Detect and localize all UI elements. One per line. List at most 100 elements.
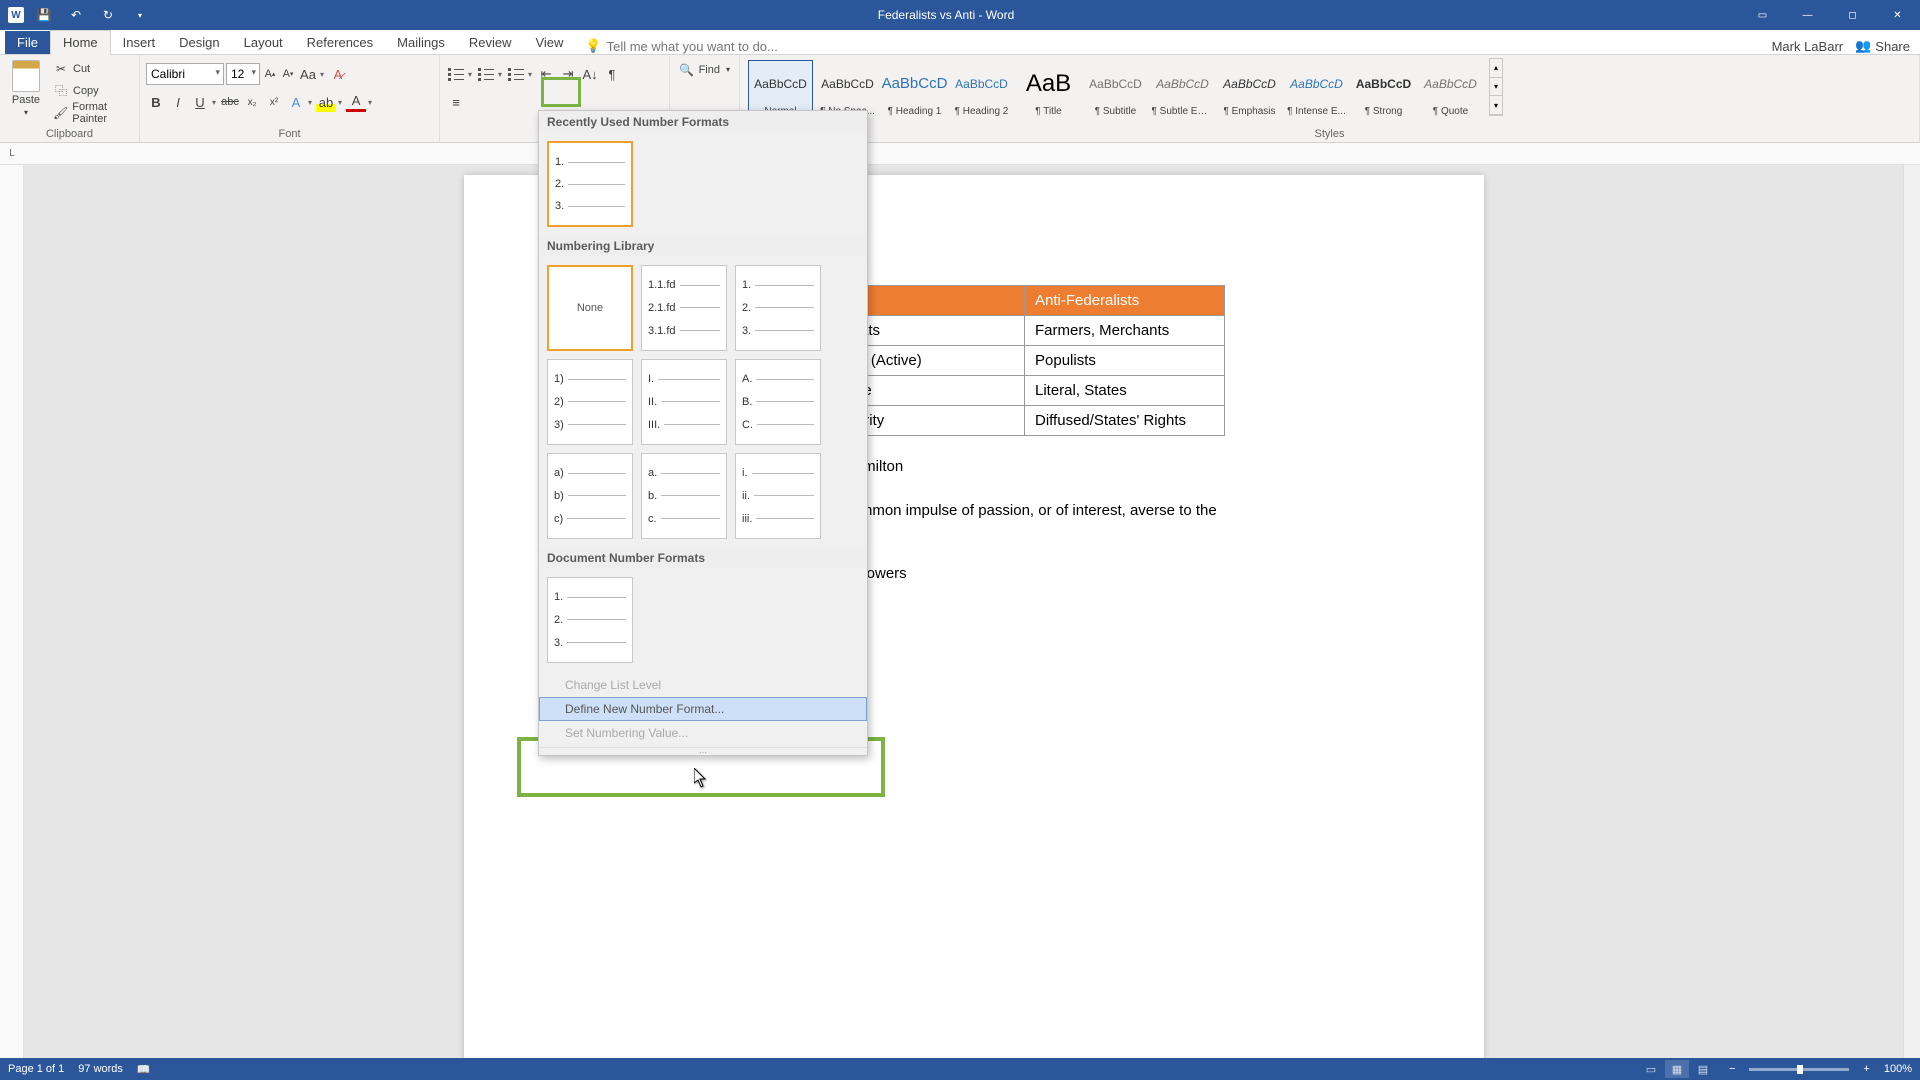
increase-indent-button[interactable]: ⇥ bbox=[558, 64, 578, 84]
qat-customize[interactable]: ▾ bbox=[128, 3, 152, 27]
zoom-level[interactable]: 100% bbox=[1884, 1063, 1912, 1075]
multilevel-list-button[interactable] bbox=[506, 64, 526, 84]
number-format-option[interactable]: 1.2.3. bbox=[547, 141, 633, 227]
save-button[interactable]: 💾 bbox=[32, 3, 56, 27]
tab-file[interactable]: File bbox=[5, 31, 50, 54]
format-painter-button[interactable]: 🖌Format Painter bbox=[50, 102, 133, 123]
tab-design[interactable]: Design bbox=[167, 31, 231, 54]
decrease-indent-button[interactable]: ⇤ bbox=[536, 64, 556, 84]
tab-mailings[interactable]: Mailings bbox=[385, 31, 457, 54]
superscript-button[interactable]: x² bbox=[264, 92, 284, 112]
italic-button[interactable]: I bbox=[168, 92, 188, 112]
find-button[interactable]: 🔍Find▾ bbox=[676, 59, 733, 80]
font-name-input[interactable] bbox=[146, 63, 224, 85]
tell-me-search[interactable]: 💡 Tell me what you want to do... bbox=[585, 38, 777, 54]
vertical-scrollbar[interactable] bbox=[1903, 165, 1920, 1058]
numbering-split-button[interactable]: ▾ bbox=[476, 64, 504, 84]
tab-selector[interactable]: L bbox=[0, 143, 24, 164]
grow-font-button[interactable]: A▴ bbox=[262, 64, 278, 84]
tab-layout[interactable]: Layout bbox=[232, 31, 295, 54]
number-format-option[interactable]: 1.2.3. bbox=[547, 577, 633, 663]
ruler-vertical[interactable] bbox=[0, 165, 24, 1058]
styles-more[interactable]: ▾ bbox=[1490, 96, 1502, 115]
styles-down[interactable]: ▾ bbox=[1490, 78, 1502, 97]
window-title: Federalists vs Anti - Word bbox=[152, 8, 1740, 22]
number-format-option[interactable]: a.b.c. bbox=[641, 453, 727, 539]
align-left-button[interactable]: ≡ bbox=[446, 92, 466, 112]
status-bar: Page 1 of 1 97 words 📖 ▭ ▦ ▤ − + 100% bbox=[0, 1058, 1920, 1080]
tab-references[interactable]: References bbox=[295, 31, 385, 54]
print-layout-button[interactable]: ▦ bbox=[1665, 1060, 1689, 1078]
number-format-option[interactable]: a)b)c) bbox=[547, 453, 633, 539]
cut-button[interactable]: ✂Cut bbox=[50, 58, 133, 79]
shrink-font-button[interactable]: A▾ bbox=[280, 64, 296, 84]
font-color-button[interactable]: A bbox=[346, 92, 366, 112]
close-button[interactable]: ✕ bbox=[1875, 0, 1920, 30]
tab-home[interactable]: Home bbox=[50, 30, 111, 55]
style-intense-e-[interactable]: AaBbCcD¶ Intense E... bbox=[1284, 60, 1349, 118]
define-new-number-format-item[interactable]: Define New Number Format... bbox=[539, 697, 867, 721]
font-group-label: Font bbox=[146, 126, 433, 142]
underline-button[interactable]: U bbox=[190, 92, 210, 112]
style-subtitle[interactable]: AaBbCcD¶ Subtitle bbox=[1083, 60, 1148, 118]
number-format-option[interactable]: 1.1.fd2.1.fd3.1.fd bbox=[641, 265, 727, 351]
page-indicator[interactable]: Page 1 of 1 bbox=[8, 1063, 64, 1075]
undo-button[interactable]: ↶ bbox=[64, 3, 88, 27]
style-quote[interactable]: AaBbCcD¶ Quote bbox=[1418, 60, 1483, 118]
share-label: Share bbox=[1875, 39, 1910, 54]
word-count[interactable]: 97 words bbox=[78, 1063, 123, 1075]
document-area: Anti-Federalists tocratsFarmers, Merchan… bbox=[0, 165, 1920, 1058]
spell-check-icon[interactable]: 📖 bbox=[137, 1063, 151, 1076]
user-name[interactable]: Mark LaBarr bbox=[1772, 39, 1844, 54]
style-title[interactable]: AaB¶ Title bbox=[1016, 60, 1081, 118]
maximize-button[interactable]: ◻ bbox=[1830, 0, 1875, 30]
number-format-option[interactable]: I.II.III. bbox=[641, 359, 727, 445]
ruler-horizontal[interactable]: L bbox=[0, 143, 1920, 165]
bold-button[interactable]: B bbox=[146, 92, 166, 112]
change-case-button[interactable]: Aa bbox=[298, 64, 318, 84]
paste-button[interactable]: Paste ▾ bbox=[6, 58, 46, 119]
style-heading-1[interactable]: AaBbCcD¶ Heading 1 bbox=[882, 60, 947, 118]
style-subtle-em-[interactable]: AaBbCcD¶ Subtle Em... bbox=[1150, 60, 1215, 118]
number-format-option[interactable]: 1)2)3) bbox=[547, 359, 633, 445]
subscript-button[interactable]: x₂ bbox=[242, 92, 262, 112]
strikethrough-button[interactable]: abc bbox=[220, 92, 240, 112]
style-emphasis[interactable]: AaBbCcD¶ Emphasis bbox=[1217, 60, 1282, 118]
tab-view[interactable]: View bbox=[523, 31, 575, 54]
zoom-slider[interactable] bbox=[1749, 1068, 1849, 1071]
cut-icon: ✂ bbox=[53, 61, 69, 77]
zoom-in-button[interactable]: + bbox=[1863, 1063, 1869, 1075]
number-format-none[interactable]: None bbox=[547, 265, 633, 351]
title-bar: W 💾 ↶ ↻ ▾ Federalists vs Anti - Word ▭ —… bbox=[0, 0, 1920, 30]
tab-insert[interactable]: Insert bbox=[111, 31, 168, 54]
styles-scroll[interactable]: ▴ ▾ ▾ bbox=[1489, 58, 1503, 116]
text-effects-button[interactable]: A bbox=[286, 92, 306, 112]
style-strong[interactable]: AaBbCcD¶ Strong bbox=[1351, 60, 1416, 118]
number-format-option[interactable]: 1.2.3. bbox=[735, 265, 821, 351]
sort-button[interactable]: A↓ bbox=[580, 64, 600, 84]
web-layout-button[interactable]: ▤ bbox=[1691, 1060, 1715, 1078]
show-marks-button[interactable]: ¶ bbox=[602, 64, 622, 84]
tab-review[interactable]: Review bbox=[457, 31, 524, 54]
number-format-option[interactable]: A.B.C. bbox=[735, 359, 821, 445]
minimize-button[interactable]: — bbox=[1785, 0, 1830, 30]
copy-button[interactable]: ⿻Copy bbox=[50, 80, 133, 101]
lightbulb-icon: 💡 bbox=[585, 38, 601, 54]
bullets-button[interactable] bbox=[446, 64, 466, 84]
styles-up[interactable]: ▴ bbox=[1490, 59, 1502, 78]
ribbon-options-icon[interactable]: ▭ bbox=[1740, 0, 1785, 30]
dropdown-resize-handle[interactable]: ⋯ bbox=[539, 747, 867, 755]
clear-formatting-button[interactable]: A̷ bbox=[328, 64, 348, 84]
font-size-input[interactable] bbox=[226, 63, 260, 85]
highlight-button[interactable]: ab bbox=[316, 92, 336, 112]
redo-button[interactable]: ↻ bbox=[96, 3, 120, 27]
ribbon: Paste ▾ ✂Cut ⿻Copy 🖌Format Painter Clipb… bbox=[0, 55, 1920, 143]
numbering-dropdown: Recently Used Number Formats 1.2.3. Numb… bbox=[538, 110, 868, 756]
zoom-out-button[interactable]: − bbox=[1729, 1063, 1735, 1075]
set-numbering-value-item: Set Numbering Value... bbox=[539, 721, 867, 745]
style-heading-2[interactable]: AaBbCcD¶ Heading 2 bbox=[949, 60, 1014, 118]
read-mode-button[interactable]: ▭ bbox=[1639, 1060, 1663, 1078]
number-format-option[interactable]: i.ii.iii. bbox=[735, 453, 821, 539]
document-table[interactable]: Anti-Federalists tocratsFarmers, Merchan… bbox=[824, 285, 1225, 436]
share-button[interactable]: 👥 Share bbox=[1855, 38, 1910, 54]
